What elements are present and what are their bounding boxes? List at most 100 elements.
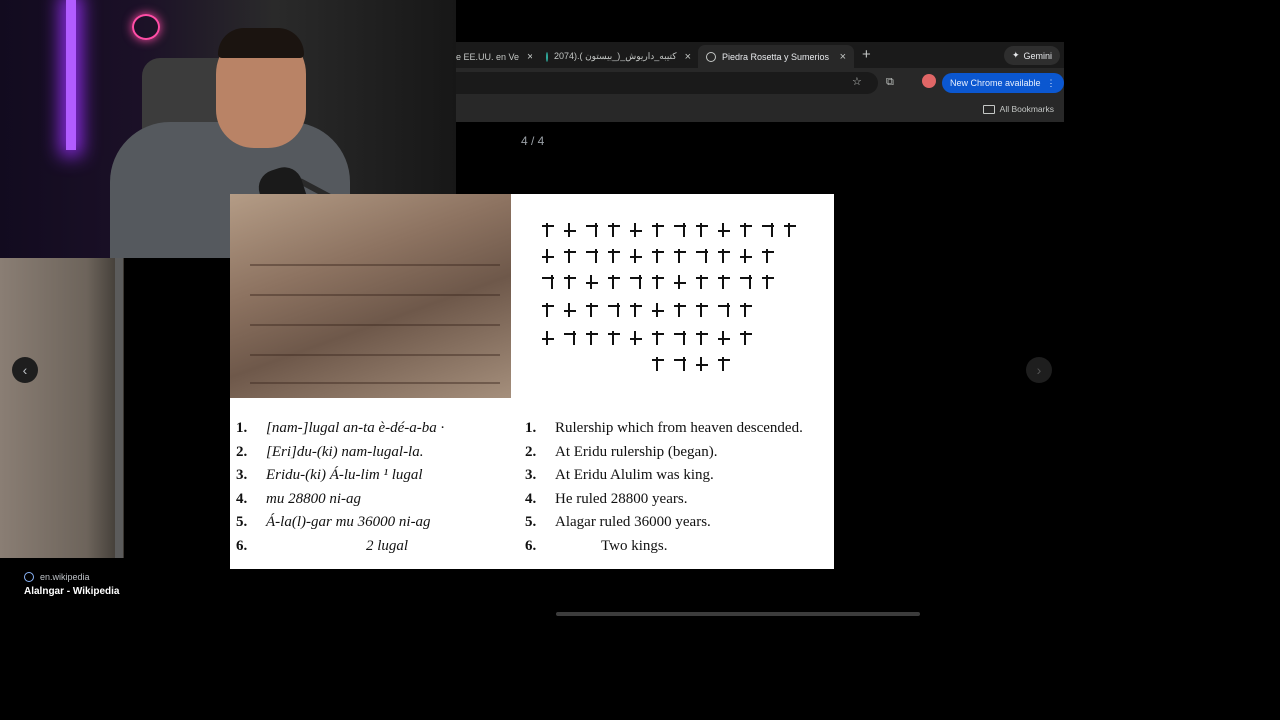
list-item: 3. At Eridu Alulim was king. <box>525 467 831 491</box>
more-vert-icon: ⋮ <box>1046 77 1056 88</box>
cuneiform-sign <box>584 248 600 264</box>
cuneiform-sign <box>650 248 666 264</box>
wikipedia-icon <box>24 572 34 582</box>
line-number: 4. <box>236 490 248 507</box>
cuneiform-sign <box>694 274 710 290</box>
cuneiform-sign <box>672 302 688 318</box>
cuneiform-sign <box>716 356 732 372</box>
cuneiform-sign <box>716 274 732 290</box>
toolbar: ☆ ⧉ New Chrome available ⋮ <box>456 68 1064 98</box>
new-tab-button[interactable]: + <box>862 46 871 63</box>
line-text: At Eridu rulership (began). <box>555 443 718 460</box>
close-icon[interactable]: × <box>685 51 691 63</box>
bookmark-star-icon[interactable]: ☆ <box>852 75 862 88</box>
cuneiform-sign <box>584 302 600 318</box>
bookmarks-bar: All Bookmarks <box>456 98 1064 122</box>
horizontal-scrollbar[interactable] <box>556 612 920 616</box>
sumerian-king-list-image: 1. [nam-]lugal an-ta è-dé-a-ba · 2. [Eri]d… <box>230 194 834 569</box>
cuneiform-row <box>540 302 754 320</box>
list-item: 5. Á-la(l)-gar mu 36000 ni-ag <box>236 514 514 538</box>
cuneiform-sign <box>628 330 644 346</box>
line-number: 2. <box>525 443 537 460</box>
cuneiform-sign <box>650 330 666 346</box>
result-source[interactable]: en.wikipedia <box>24 572 90 582</box>
all-bookmarks-button[interactable]: All Bookmarks <box>982 104 1054 114</box>
line-text: 2 lugal <box>366 537 409 554</box>
list-item: 2. [Eri]du-(ki) nam-lugal-la. <box>236 444 514 468</box>
image-counter: 4 / 4 <box>521 134 545 148</box>
cuneiform-sign <box>716 330 732 346</box>
cuneiform-sign <box>760 222 776 238</box>
cuneiform-sign <box>716 302 732 318</box>
cuneiform-sign <box>760 248 776 264</box>
cuneiform-row <box>540 222 798 240</box>
list-item: 1. [nam-]lugal an-ta è-dé-a-ba · <box>236 420 514 444</box>
close-icon[interactable]: × <box>527 51 532 63</box>
cuneiform-sign <box>540 248 556 264</box>
prev-image-button[interactable]: ‹ <box>12 357 38 383</box>
cuneiform-sign <box>738 248 754 264</box>
side-image-thumbnail[interactable] <box>0 258 124 558</box>
cast-icon[interactable]: ⧉ <box>886 76 894 89</box>
new-chrome-available-button[interactable]: New Chrome available ⋮ <box>942 73 1064 93</box>
list-item: 4. He ruled 28800 years. <box>525 491 831 515</box>
cuneiform-sign <box>672 248 688 264</box>
cuneiform-sign <box>562 330 578 346</box>
cuneiform-sign <box>584 274 600 290</box>
cuneiform-sign <box>694 248 710 264</box>
tab-piedra-rosetta[interactable]: Piedra Rosetta y Sumerios × <box>698 45 854 68</box>
line-text: mu 28800 ni-ag <box>266 490 361 507</box>
tab-eeuu[interactable]: e EE.UU. en Ve × <box>456 45 532 68</box>
cuneiform-sign <box>540 274 556 290</box>
cuneiform-sign <box>606 248 622 264</box>
tab-favicon-icon <box>546 51 549 62</box>
side-image-edge <box>115 258 123 558</box>
cuneiform-sign <box>694 356 710 372</box>
tab-strip: e EE.UU. en Ve × 2074).( کتیبه_داریوش_(_… <box>456 42 1064 68</box>
cuneiform-sign <box>650 356 666 372</box>
cuneiform-sign <box>694 330 710 346</box>
sparkle-icon: ✦ <box>1012 50 1020 60</box>
all-bookmarks-label: All Bookmarks <box>999 104 1054 114</box>
cuneiform-sign <box>606 274 622 290</box>
cuneiform-sign <box>628 222 644 238</box>
cuneiform-sign <box>694 302 710 318</box>
cuneiform-row <box>540 274 776 292</box>
cuneiform-row <box>650 356 732 374</box>
line-number: 3. <box>236 467 248 483</box>
list-item: 1. Rulership which from heaven descended. <box>525 420 831 444</box>
globe-icon <box>706 51 716 62</box>
result-source-label: en.wikipedia <box>40 572 90 582</box>
cuneiform-sign <box>584 330 600 346</box>
cuneiform-sign <box>782 222 798 238</box>
line-text: Two kings. <box>601 537 668 554</box>
gemini-button[interactable]: ✦ Gemini <box>1004 46 1061 65</box>
tab-behistun[interactable]: 2074).( کتیبه_داریوش_(_بیستون × <box>546 45 691 68</box>
cuneiform-sign <box>628 302 644 318</box>
next-image-button[interactable]: › <box>1026 357 1052 383</box>
tablet-line <box>250 354 500 356</box>
line-number: 2. <box>236 443 248 460</box>
cuneiform-sign <box>540 330 556 346</box>
address-bar[interactable] <box>456 72 878 94</box>
line-text: [Eri]du-(ki) nam-lugal-la. <box>266 443 424 460</box>
profile-avatar-icon[interactable] <box>922 74 936 88</box>
translation-column: 1. Rulership which from heaven descended.… <box>525 420 831 561</box>
cuneiform-sign <box>606 302 622 318</box>
tab-label: Piedra Rosetta y Sumerios <box>722 51 830 62</box>
cuneiform-sign <box>738 330 754 346</box>
close-icon[interactable]: × <box>840 51 846 63</box>
cuneiform-sign <box>650 302 666 318</box>
chevron-left-icon: ‹ <box>22 362 28 378</box>
line-text: Á-la(l)-gar mu 36000 ni-ag <box>266 514 431 530</box>
cuneiform-sign <box>540 302 556 318</box>
line-number: 5. <box>236 514 248 530</box>
cuneiform-sign <box>694 222 710 238</box>
line-text: He ruled 28800 years. <box>555 490 688 507</box>
cuneiform-sign <box>672 330 688 346</box>
cuneiform-sign <box>606 330 622 346</box>
cuneiform-sign <box>738 274 754 290</box>
cuneiform-sign <box>540 222 556 238</box>
cuneiform-drawing <box>540 222 830 382</box>
result-title[interactable]: Alalngar - Wikipedia <box>24 586 119 597</box>
